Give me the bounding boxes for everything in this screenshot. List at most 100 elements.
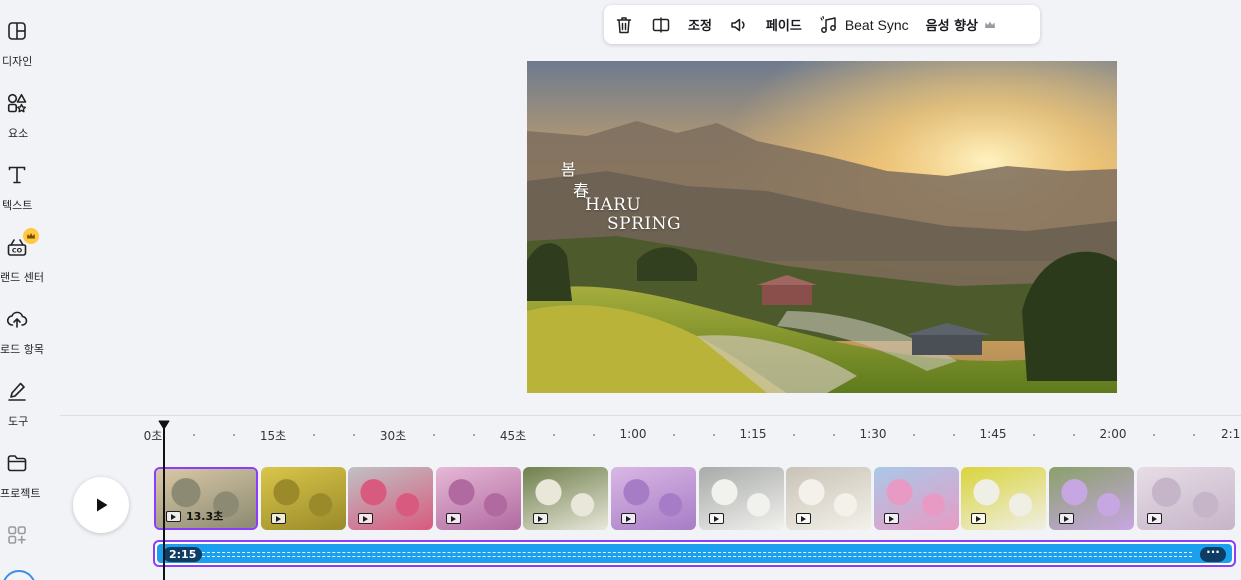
tick-dot [793, 434, 795, 436]
video-clip[interactable] [348, 467, 434, 530]
draw-icon [6, 380, 28, 402]
beat-sync-label: Beat Sync [844, 16, 909, 33]
sidebar-item-label: 텍스트 [2, 199, 33, 212]
tick-dot [833, 434, 835, 436]
tick-label: 1:45 [979, 427, 1007, 441]
video-icon [621, 513, 636, 524]
tick-dot [593, 434, 595, 436]
video-icon [971, 513, 987, 524]
video-clip[interactable] [260, 467, 346, 530]
tick-dot [1073, 434, 1075, 436]
tick-dot [553, 434, 555, 436]
tick-dot [473, 434, 475, 436]
tick-label: 2:00 [1099, 427, 1127, 441]
video-icon [1059, 513, 1074, 524]
tick-dot [913, 434, 915, 436]
delete-button[interactable] [614, 5, 634, 44]
element-toolbar: 조정 페이드 Beat Sync 음성 향상 [604, 5, 1040, 44]
video-clip[interactable] [435, 467, 521, 530]
tick-label: 30초 [379, 429, 407, 443]
video-clip[interactable] [1136, 467, 1235, 530]
audio-waveform [197, 552, 1192, 557]
fade-button[interactable]: 페이드 [766, 5, 802, 44]
split-icon [652, 17, 670, 32]
adjust-button[interactable]: 조정 [688, 5, 712, 44]
sidebar-item-elements[interactable]: 요소 [0, 92, 60, 152]
tick-label: 45초 [499, 429, 527, 443]
sidebar-item-label: 디자인 [2, 55, 33, 68]
beat-sync-button[interactable]: Beat Sync [819, 5, 909, 44]
tick-label: 1:00 [619, 427, 647, 441]
crown-icon [23, 228, 39, 244]
video-icon [270, 513, 286, 524]
video-icon [1146, 513, 1162, 524]
video-icon [708, 513, 724, 524]
split-button[interactable] [651, 5, 671, 44]
tick-dot [313, 434, 315, 436]
video-icon [166, 511, 181, 522]
clip-duration: 13.3초 [186, 510, 224, 523]
playhead[interactable] [163, 428, 165, 580]
layout-icon [6, 20, 28, 42]
crown-icon [984, 19, 996, 31]
tick-label: 1:15 [739, 427, 767, 441]
sidebar-item-label: 랜드 센터 [0, 271, 44, 284]
video-icon [796, 513, 812, 524]
timeline-ruler[interactable]: 0초15초30초45초1:001:151:301:452:002:15 [0, 425, 1241, 445]
sidebar-item-label: 요소 [8, 127, 29, 140]
tick-label: 15초 [259, 429, 287, 443]
audio-duration: 2:15 [163, 547, 203, 562]
play-button[interactable] [73, 477, 129, 533]
upload-cloud-icon [6, 308, 28, 330]
video-clip[interactable] [873, 467, 959, 530]
tick-dot [673, 434, 675, 436]
video-clip[interactable] [786, 467, 872, 530]
music-note-icon [819, 15, 839, 35]
video-icon [883, 513, 899, 524]
tick-label: 2:15 [1221, 427, 1241, 441]
sidebar-item-design[interactable]: 디자인 [0, 20, 60, 80]
tick-dot [1033, 434, 1035, 436]
play-icon [97, 498, 108, 512]
audio-clip[interactable]: 2:15 ··· [157, 544, 1232, 563]
timeline-divider [60, 415, 1241, 416]
enhance-voice-label: 음성 향상 [925, 19, 979, 34]
video-clip[interactable] [611, 467, 696, 530]
trash-icon [616, 16, 632, 33]
video-icon [533, 513, 549, 524]
tick-dot [1153, 434, 1155, 436]
apps-icon [6, 524, 28, 546]
left-sidebar: 디자인 요소 텍스트 CO 랜드 센터 로드 항목 도구 프로젝트 [0, 0, 60, 580]
speaker-icon [731, 18, 745, 31]
video-icon [358, 513, 374, 524]
title-line-3[interactable]: HARU [585, 195, 641, 215]
video-clip[interactable] [698, 467, 784, 530]
title-line-4[interactable]: SPRING [607, 214, 681, 234]
volume-button[interactable] [729, 5, 749, 44]
more-options-button[interactable]: ··· [1200, 546, 1226, 562]
sidebar-item-brand-center[interactable]: CO 랜드 센터 [0, 228, 60, 296]
sidebar-item-text[interactable]: 텍스트 [0, 164, 60, 224]
enhance-voice-button[interactable]: 음성 향상 [926, 5, 996, 44]
sidebar-item-uploads[interactable]: 로드 항목 [0, 308, 60, 368]
video-clip[interactable] [961, 467, 1047, 530]
tick-dot [193, 434, 195, 436]
sidebar-item-projects[interactable]: 프로젝트 [0, 452, 60, 512]
video-clip[interactable]: 13.3초 [154, 467, 258, 530]
tick-dot [713, 434, 715, 436]
playhead-handle-icon[interactable] [158, 420, 170, 430]
text-icon [6, 164, 28, 186]
tick-dot [353, 434, 355, 436]
elements-icon [6, 92, 28, 114]
tick-dot [1193, 434, 1195, 436]
sidebar-item-label: 로드 항목 [0, 343, 44, 356]
sidebar-item-label: 프로젝트 [0, 487, 41, 500]
audio-track[interactable]: 2:15 ··· [153, 540, 1236, 567]
tick-dot [233, 434, 235, 436]
video-clip[interactable] [523, 467, 609, 530]
svg-text:CO: CO [12, 247, 23, 255]
video-icon [445, 513, 461, 524]
video-clip[interactable] [1049, 467, 1134, 530]
design-preview[interactable]: 봄 春 HARU SPRING [527, 61, 1117, 393]
folder-icon [6, 452, 28, 474]
